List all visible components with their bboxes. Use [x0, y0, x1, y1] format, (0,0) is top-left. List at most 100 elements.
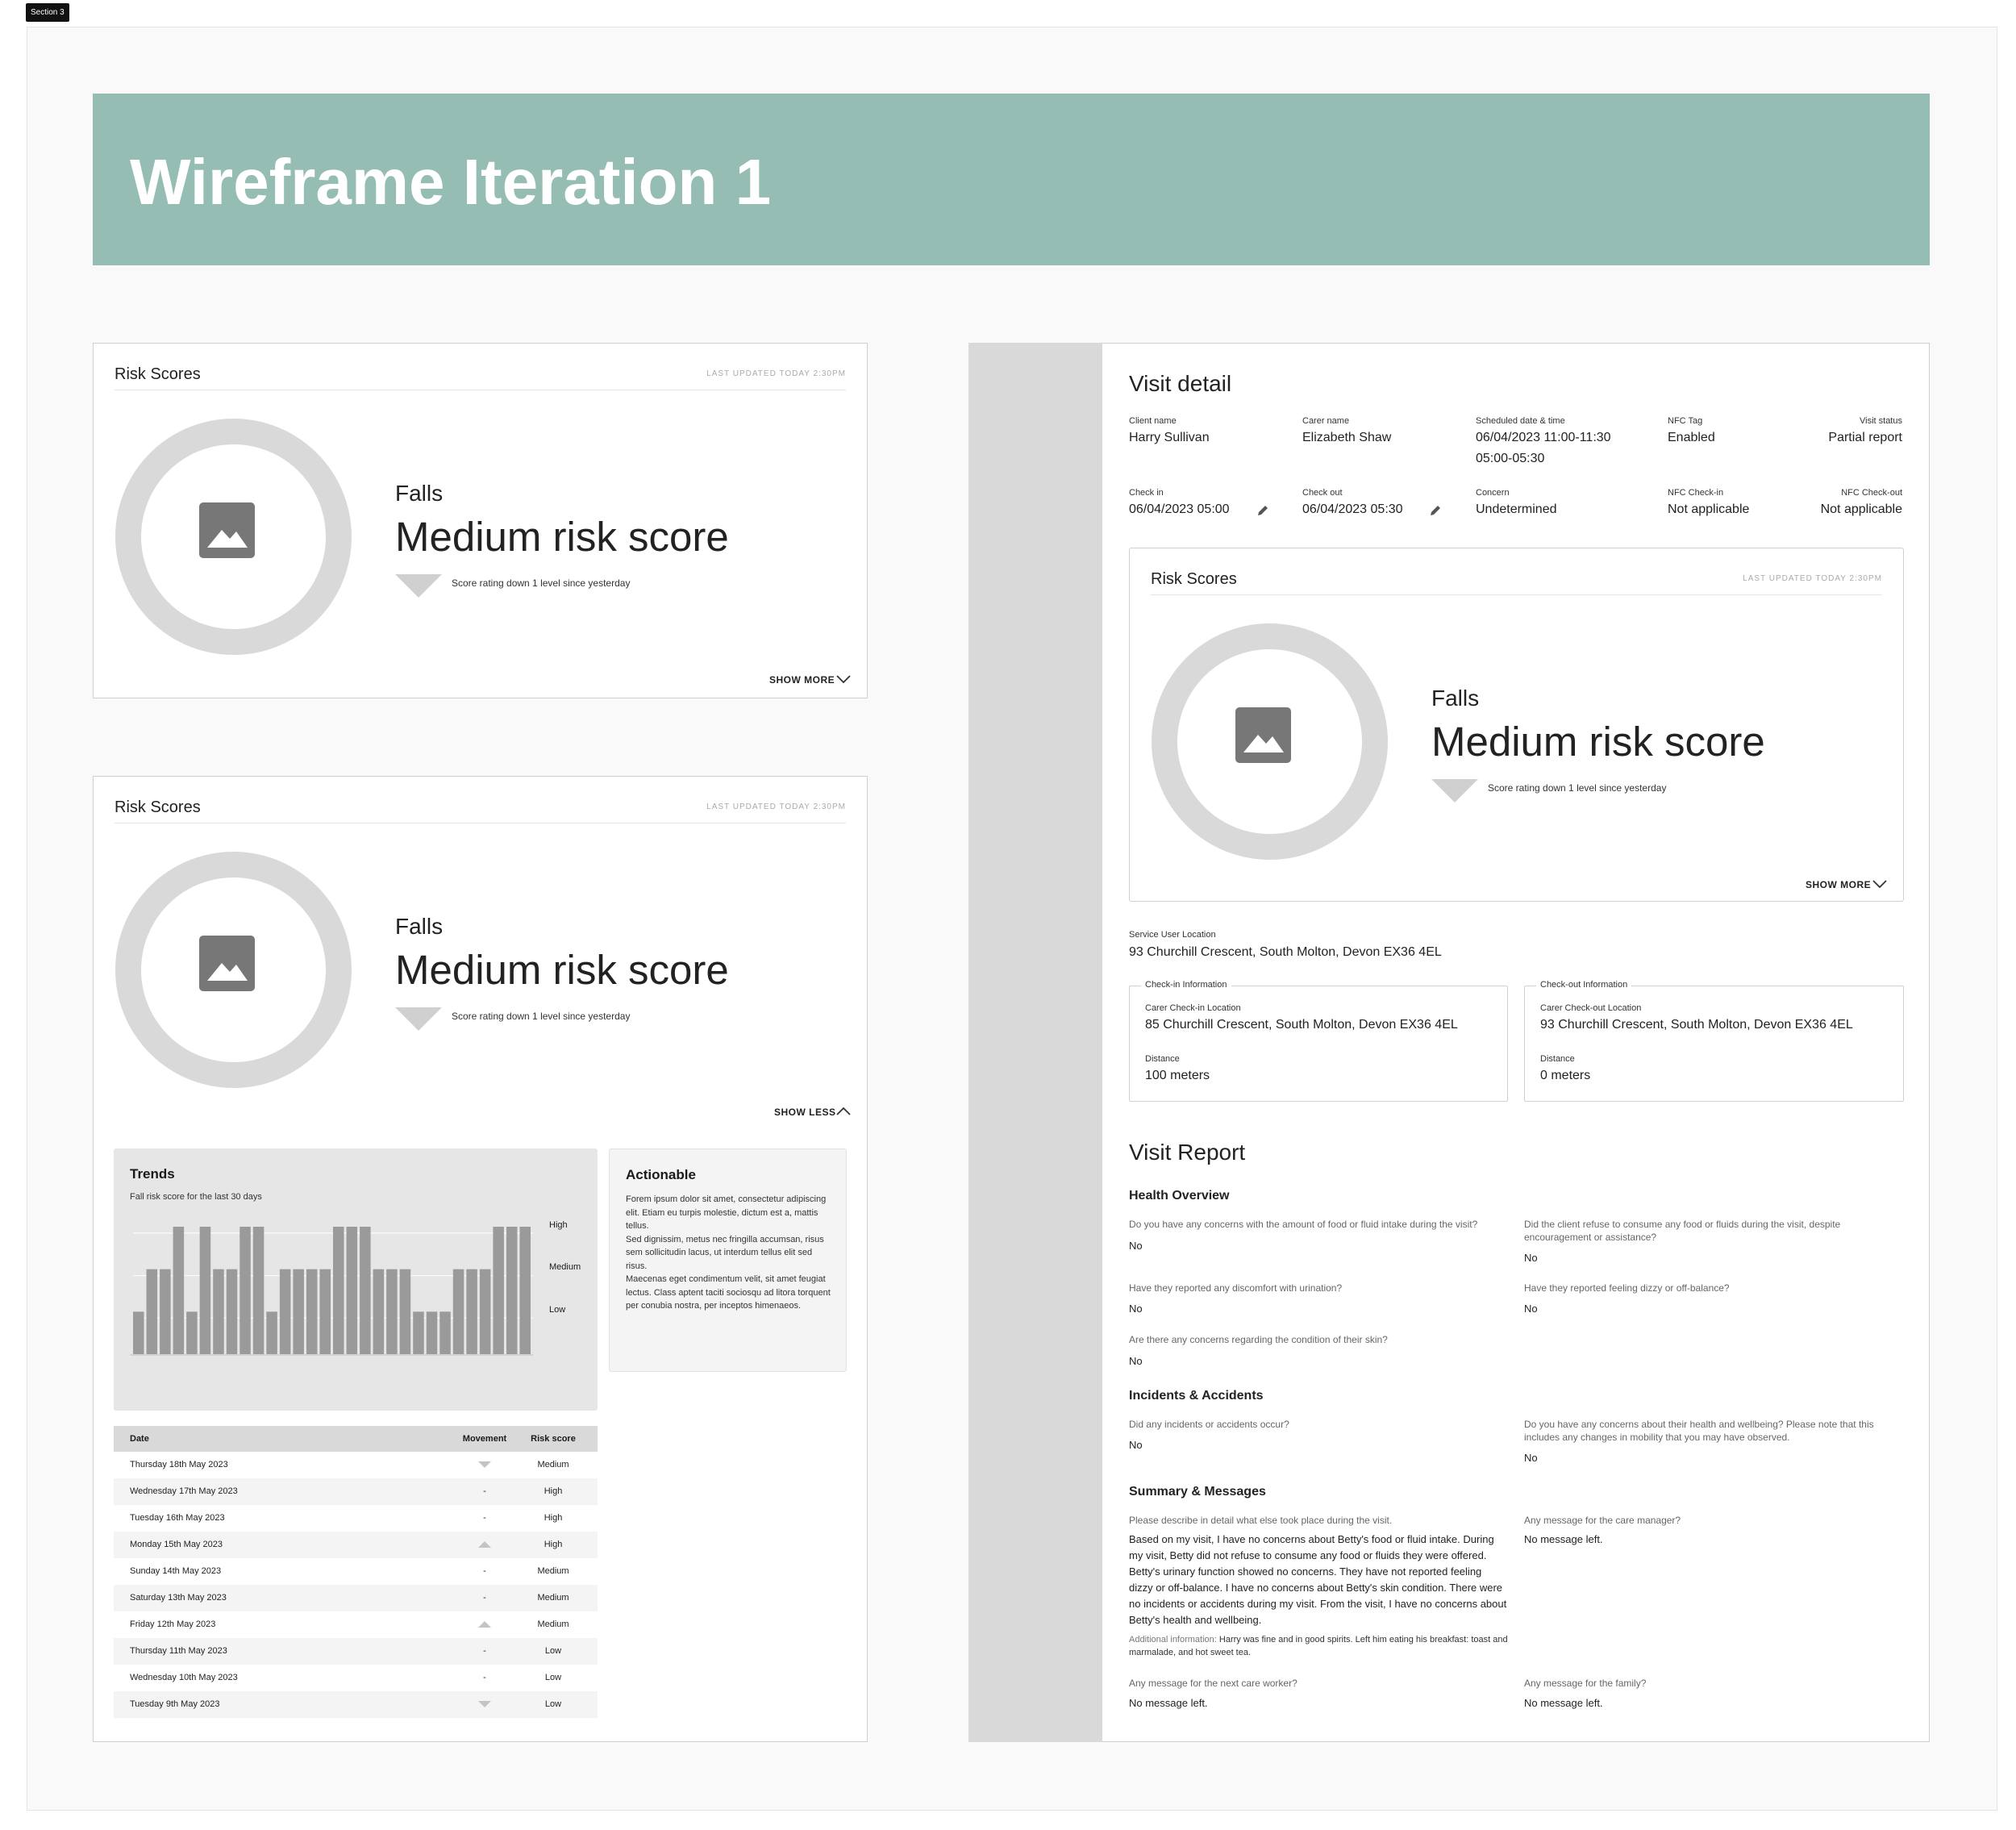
risk-category: Falls [1431, 686, 1480, 711]
row-date: Saturday 13th May 2023 [130, 1593, 227, 1603]
visit-status-label: Visit status [1860, 416, 1902, 426]
visit-risk-score-card: Risk Scores LAST UPDATED TODAY 2:30PM Fa… [1129, 548, 1904, 902]
down-arrow-icon [1431, 779, 1478, 802]
carer-check-out-location: 93 Churchill Crescent, South Molton, Dev… [1540, 1018, 1853, 1032]
trend-bar [213, 1269, 224, 1354]
question-wellbeing: Do you have any concerns about their hea… [1524, 1419, 1874, 1443]
row-risk-score: Low [544, 1673, 562, 1682]
scheduled-time-alt: 05:00-05:30 [1476, 452, 1545, 465]
row-risk-score: High [544, 1513, 563, 1523]
answer-skin: No [1129, 1355, 1143, 1367]
movement-none: - [483, 1513, 486, 1523]
image-placeholder-icon [199, 502, 255, 558]
delta-text: Score rating down 1 level since yesterda… [1488, 782, 1667, 794]
risk-category: Falls [395, 914, 444, 939]
check-in-distance-label: Distance [1145, 1054, 1180, 1064]
movement-none: - [483, 1646, 486, 1656]
movement-none: - [483, 1486, 486, 1496]
last-updated: LAST UPDATED TODAY 2:30PM [706, 369, 846, 378]
risk-history-table: Date Movement Risk score Thursday 18th M… [114, 1426, 598, 1718]
risk-score-card-collapsed: Risk Scores LAST UPDATED TODAY 2:30PM Fa… [93, 343, 868, 698]
question-next-care-worker: Any message for the next care worker? [1129, 1678, 1297, 1689]
check-out-time: 06/04/2023 05:30 [1302, 502, 1403, 516]
card-header: Risk Scores LAST UPDATED TODAY 2:30PM [115, 365, 846, 390]
trend-bar [306, 1269, 318, 1354]
answer-next-care-worker: No message left. [1129, 1697, 1208, 1709]
trend-chart [130, 1227, 533, 1356]
check-in-information: Check-in Information Carer Check-in Loca… [1129, 980, 1508, 1102]
answer-care-manager: No message left. [1524, 1533, 1603, 1545]
movement-up-icon [460, 1532, 509, 1557]
edit-check-out-icon[interactable] [1429, 504, 1442, 517]
nfc-tag-label: NFC Tag [1668, 416, 1703, 426]
check-out-distance: 0 meters [1540, 1069, 1591, 1082]
question-family: Any message for the family? [1524, 1678, 1647, 1689]
question-food-intake: Do you have any concerns with the amount… [1129, 1219, 1478, 1230]
risk-score-label: Medium risk score [395, 947, 729, 993]
row-date: Friday 12th May 2023 [130, 1619, 216, 1629]
scheduled-label: Scheduled date & time [1476, 416, 1565, 426]
card-title: Risk Scores [1151, 570, 1237, 588]
section-tag: Section 3 [26, 3, 69, 22]
trend-bar [452, 1269, 464, 1354]
trend-bar [346, 1227, 358, 1354]
trend-bar [386, 1269, 398, 1354]
carer-check-out-location-label: Carer Check-out Location [1540, 1003, 1642, 1013]
show-more-button[interactable]: SHOW MORE [756, 670, 853, 690]
concern-label: Concern [1476, 488, 1510, 498]
risk-score-label: Medium risk score [395, 514, 729, 560]
service-user-location: 93 Churchill Crescent, South Molton, Dev… [1129, 945, 1442, 959]
row-date: Monday 15th May 2023 [130, 1540, 223, 1549]
answer-dizzy: No [1524, 1303, 1538, 1315]
movement-none: - [483, 1593, 486, 1603]
trend-bar [426, 1311, 438, 1354]
movement-none: - [483, 1566, 486, 1576]
table-row: Thursday 11th May 2023 - Low [114, 1638, 598, 1665]
service-user-location-label: Service User Location [1129, 930, 1216, 940]
check-out-label: Check out [1302, 488, 1343, 498]
trend-bar [173, 1227, 185, 1354]
table-row: Sunday 14th May 2023 - Medium [114, 1558, 598, 1585]
carer-check-in-location: 85 Churchill Crescent, South Molton, Dev… [1145, 1018, 1458, 1032]
down-arrow-icon [395, 574, 442, 598]
additional-information: Additional information: Harry was fine a… [1129, 1633, 1508, 1659]
client-name: Harry Sullivan [1129, 431, 1210, 444]
question-visit-description: Please describe in detail what else took… [1129, 1515, 1393, 1526]
row-risk-score: Medium [537, 1460, 569, 1469]
trend-bar [293, 1269, 304, 1354]
actionable-body: Forem ipsum dolor sit amet, consectetur … [626, 1194, 831, 1311]
row-date: Wednesday 10th May 2023 [130, 1673, 238, 1682]
card-header: Risk Scores LAST UPDATED TODAY 2:30PM [115, 798, 846, 823]
level-label-low: Low [549, 1305, 566, 1315]
risk-score-label: Medium risk score [1431, 719, 1765, 765]
show-more-label: SHOW MORE [769, 674, 835, 686]
table-row: Tuesday 9th May 2023 Low [114, 1691, 598, 1718]
table-row: Saturday 13th May 2023 - Medium [114, 1585, 598, 1611]
answer-wellbeing: No [1524, 1452, 1538, 1464]
row-risk-score: Medium [537, 1566, 569, 1576]
trend-bar [333, 1227, 344, 1354]
card-header: Risk Scores LAST UPDATED TODAY 2:30PM [1151, 569, 1882, 595]
delta-text: Score rating down 1 level since yesterda… [452, 1011, 631, 1022]
answer-food-intake: No [1129, 1240, 1143, 1252]
row-date: Tuesday 9th May 2023 [130, 1699, 220, 1709]
risk-ring [115, 419, 352, 655]
show-less-button[interactable]: SHOW LESS [756, 1103, 853, 1122]
trend-bar [146, 1269, 158, 1354]
additional-information-label: Additional information: [1129, 1635, 1217, 1644]
risk-ring [115, 852, 352, 1088]
trend-bar [479, 1269, 491, 1354]
banner: Wireframe Iteration 1 [93, 94, 1930, 265]
show-more-button[interactable]: SHOW MORE [1793, 875, 1889, 894]
movement-down-icon [460, 1452, 509, 1478]
trend-bar [252, 1227, 264, 1354]
edit-check-in-icon[interactable] [1256, 504, 1269, 517]
check-in-distance: 100 meters [1145, 1069, 1210, 1082]
last-updated: LAST UPDATED TODAY 2:30PM [706, 802, 846, 811]
table-row: Tuesday 16th May 2023 - High [114, 1505, 598, 1532]
client-name-label: Client name [1129, 416, 1177, 426]
trend-bar [186, 1311, 198, 1354]
image-placeholder-icon [1235, 707, 1291, 763]
level-label-high: High [549, 1220, 568, 1230]
chevron-down-icon [1872, 880, 1887, 889]
